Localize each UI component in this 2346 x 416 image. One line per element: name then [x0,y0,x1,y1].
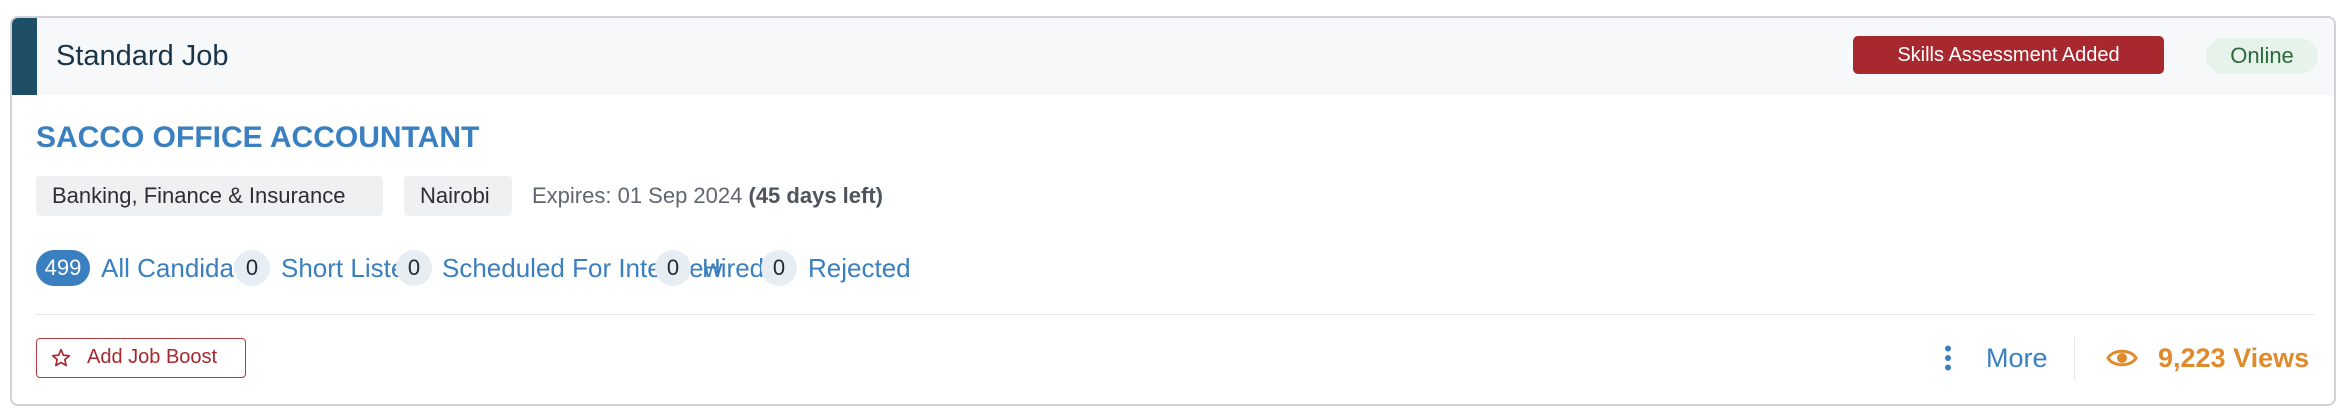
eye-icon [2106,349,2138,367]
candidate-count-badge: 0 [396,250,432,286]
status-badge: Online [2206,38,2318,74]
candidate-count-badge: 499 [36,250,90,286]
divider [36,314,2314,315]
candidate-count-badge: 0 [655,250,691,286]
expiry-date: Expires: 01 Sep 2024 [532,183,743,208]
views-label: 9,223 Views [2158,343,2310,373]
add-job-boost-label: Add Job Boost [87,346,218,368]
candidate-count-badge: 0 [234,250,270,286]
vertical-dots-icon [1945,345,1951,371]
more-label: More [1986,343,2048,373]
candidate-count-badge: 0 [761,250,797,286]
stat-label: Hired [702,253,765,283]
page: Standard Job Skills Assessment Added Onl… [0,0,2346,416]
job-title-link[interactable]: SACCO OFFICE ACCOUNTANT [36,118,479,158]
card-header: Standard Job Skills Assessment Added Onl… [12,18,2334,95]
job-card: Standard Job Skills Assessment Added Onl… [10,16,2336,406]
footer-separator [2074,337,2075,379]
industry-tag: Banking, Finance & Insurance [36,176,383,216]
skills-assessment-badge: Skills Assessment Added [1853,36,2164,74]
add-job-boost-button[interactable]: Add Job Boost [36,338,246,378]
job-type-label: Standard Job [56,40,229,72]
days-left: (45 days left) [748,183,884,208]
location-tag: Nairobi [404,176,512,216]
star-icon [51,348,71,367]
header-accent-bar [12,18,37,95]
stat-label: Rejected [808,253,911,283]
expiry-info: Expires: 01 Sep 2024 (45 days left) [532,176,883,216]
